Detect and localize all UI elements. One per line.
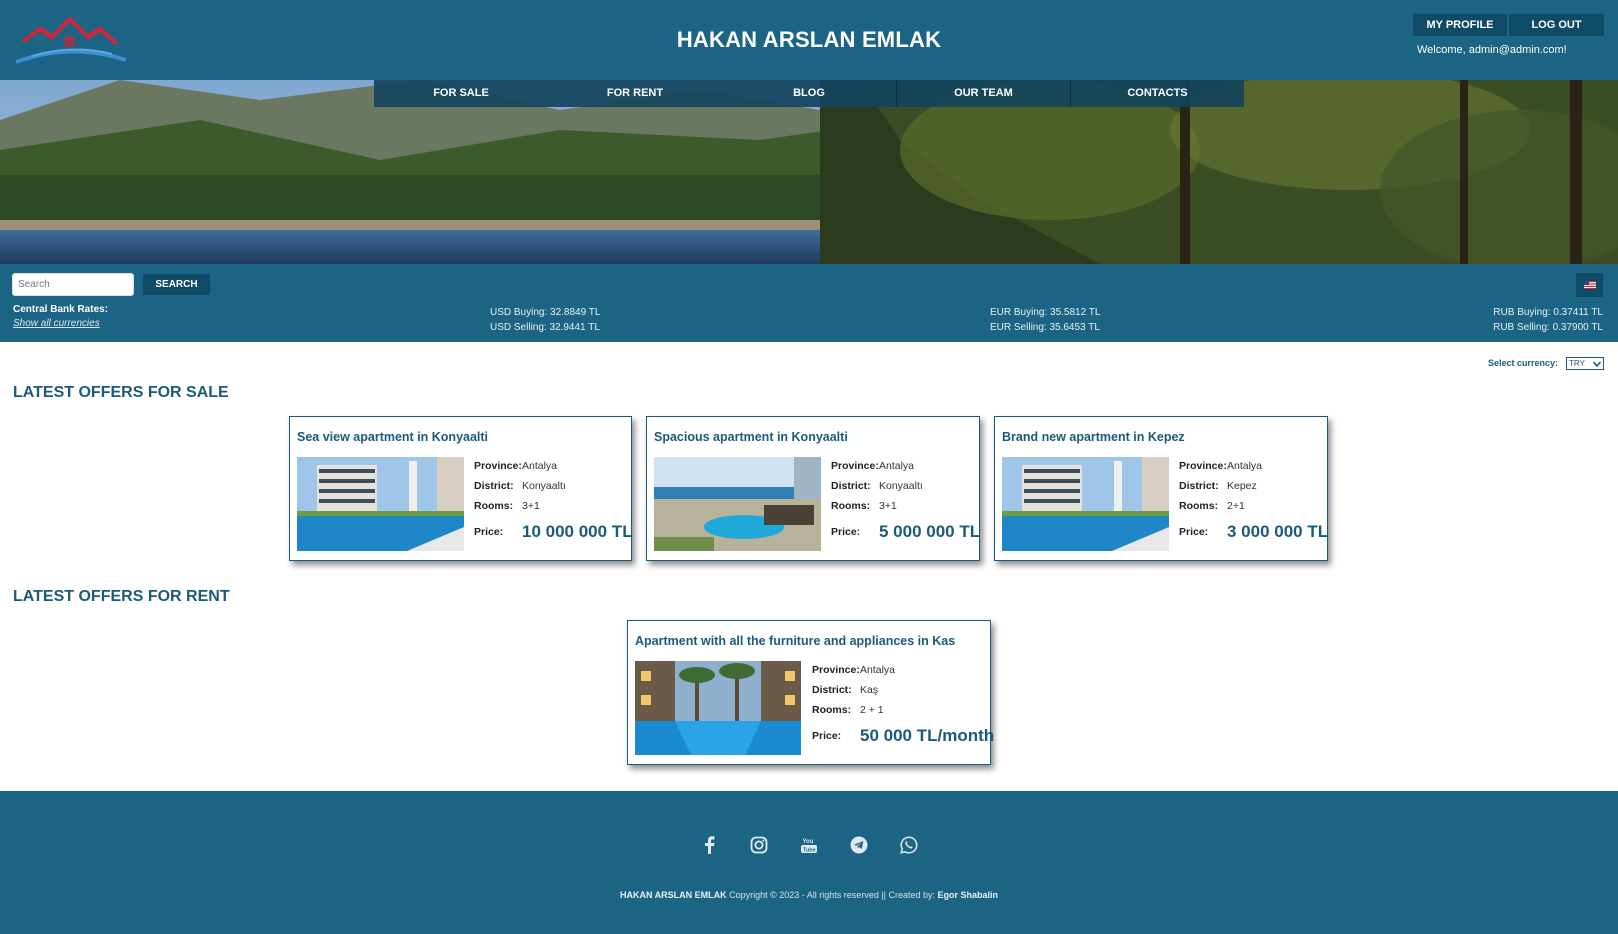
chevron-down-icon <box>1593 360 1601 367</box>
currency-select[interactable]: TRY <box>1566 357 1604 370</box>
log-out-button[interactable]: LOG OUT <box>1509 14 1604 36</box>
footer-brand: HAKAN ARSLAN EMLAK <box>619 890 727 900</box>
nav-item-for-sale[interactable]: FOR SALE <box>374 80 548 107</box>
province-label: Province: <box>474 460 522 472</box>
province-label: Province: <box>831 460 879 472</box>
show-all-currencies-link[interactable]: Show all currencies <box>13 318 100 329</box>
eur-selling: EUR Selling: 35.6453 TL <box>990 322 1100 333</box>
rooms-label: Rooms: <box>812 704 852 716</box>
welcome-message: Welcome, admin@admin.com! <box>1417 44 1567 56</box>
eur-buying: EUR Buying: 35.5812 TL <box>990 307 1101 318</box>
copyright-notice: Copyright © 2023 - All rights reserved |… <box>726 890 938 900</box>
youtube-icon[interactable]: You Tube <box>798 834 820 856</box>
search-input[interactable] <box>12 273 134 296</box>
price-label: Price: <box>474 526 504 538</box>
telegram-icon[interactable] <box>848 834 870 856</box>
currency-selected-value: TRY <box>1569 359 1585 368</box>
facebook-icon[interactable] <box>698 834 720 856</box>
rooms-value: 2+1 <box>1227 500 1245 512</box>
card-title: Spacious apartment in Konyaalti <box>654 430 848 444</box>
property-photo <box>654 457 821 551</box>
price-value: 50 000 TL/month <box>860 726 995 745</box>
rooms-value: 3+1 <box>879 500 897 512</box>
rent-section-title: LATEST OFFERS FOR RENT <box>13 588 230 605</box>
eur-rate: EUR Buying: 35.5812 TL EUR Selling: 35.6… <box>990 305 1100 335</box>
province-value: Antalya <box>860 664 896 676</box>
search-button[interactable]: SEARCH <box>143 274 210 295</box>
rooms-label: Rooms: <box>1179 500 1219 512</box>
hero-banner <box>0 80 1618 264</box>
sale-card[interactable]: Sea view apartment in Konyaalti Province… <box>289 416 633 561</box>
my-profile-button[interactable]: MY PROFILE <box>1413 14 1507 36</box>
card-title: Apartment with all the furniture and app… <box>635 634 956 648</box>
district-value: Kaş <box>860 684 879 696</box>
property-photo <box>635 661 801 755</box>
sale-section-title: LATEST OFFERS FOR SALE <box>13 384 229 401</box>
rooms-label: Rooms: <box>831 500 871 512</box>
price-label: Price: <box>1179 526 1209 538</box>
site-title: HAKAN ARSLAN EMLAK <box>676 27 942 52</box>
district-label: District: <box>812 684 852 696</box>
usd-rate: USD Buying: 32.8849 TL USD Selling: 32.9… <box>490 305 600 335</box>
district-value: Konyaaltı <box>879 480 923 492</box>
card-title: Brand new apartment in Kepez <box>1002 430 1185 444</box>
whatsapp-icon[interactable] <box>898 834 920 856</box>
usd-selling: USD Selling: 32.9441 TL <box>490 322 600 333</box>
social-links: You Tube <box>0 834 1618 856</box>
currency-label: Select currency: <box>1488 358 1559 368</box>
svg-text:You: You <box>803 839 814 845</box>
price-label: Price: <box>812 730 842 742</box>
rates-label: Central Bank Rates: <box>13 304 109 315</box>
nav-item-for-rent[interactable]: FOR RENT <box>548 80 722 107</box>
property-photo <box>1002 457 1169 551</box>
rent-card[interactable]: Apartment with all the furniture and app… <box>627 620 995 765</box>
instagram-icon[interactable] <box>748 834 770 856</box>
province-label: Province: <box>812 664 860 676</box>
district-label: District: <box>831 480 871 492</box>
search-rates-bar: SEARCH Central Bank Rates: Show all curr… <box>0 264 1618 342</box>
rub-buying: RUB Buying: 0.37411 TL <box>1493 307 1603 318</box>
price-value: 3 000 000 TL <box>1227 522 1329 541</box>
rub-selling: RUB Selling: 0.37900 TL <box>1493 322 1603 333</box>
rooms-value: 2 + 1 <box>860 704 884 716</box>
price-value: 10 000 000 TL <box>522 522 633 541</box>
sale-card[interactable]: Brand new apartment in Kepez Province:An… <box>994 416 1328 561</box>
district-label: District: <box>1179 480 1219 492</box>
svg-text:Tube: Tube <box>803 848 816 854</box>
province-value: Antalya <box>879 460 915 472</box>
district-label: District: <box>474 480 514 492</box>
footer-author[interactable]: Egor Shabalin <box>938 890 999 900</box>
property-photo <box>297 457 464 551</box>
site-footer: You Tube HAKAN ARSLAN EMLAK Copyright © 2… <box>0 791 1618 934</box>
province-label: Province: <box>1179 460 1227 472</box>
province-value: Antalya <box>522 460 558 472</box>
nav-item-contacts[interactable]: CONTACTS <box>1070 80 1244 107</box>
price-value: 5 000 000 TL <box>879 522 981 541</box>
district-value: Kepez <box>1227 480 1257 492</box>
province-value: Antalya <box>1227 460 1263 472</box>
rooms-label: Rooms: <box>474 500 514 512</box>
nav-item-blog[interactable]: BLOG <box>722 80 896 107</box>
us-flag-icon <box>1583 281 1596 289</box>
card-title: Sea view apartment in Konyaalti <box>297 430 489 444</box>
copyright-text: HAKAN ARSLAN EMLAK Copyright © 2023 - Al… <box>0 890 1618 900</box>
main-navigation: FOR SALE FOR RENT BLOG OUR TEAM CONTACTS <box>374 80 1244 107</box>
price-label: Price: <box>831 526 861 538</box>
site-header: HAKAN ARSLAN EMLAK MY PROFILE LOG OUT We… <box>0 0 1618 80</box>
sale-card[interactable]: Spacious apartment in Konyaalti Province… <box>646 416 980 561</box>
language-switch-button[interactable] <box>1576 273 1603 297</box>
rooms-value: 3+1 <box>522 500 540 512</box>
district-value: Konyaaltı <box>522 480 566 492</box>
nav-item-our-team[interactable]: OUR TEAM <box>896 80 1070 107</box>
rub-rate: RUB Buying: 0.37411 TL RUB Selling: 0.37… <box>1489 305 1603 335</box>
usd-buying: USD Buying: 32.8849 TL <box>490 307 601 318</box>
